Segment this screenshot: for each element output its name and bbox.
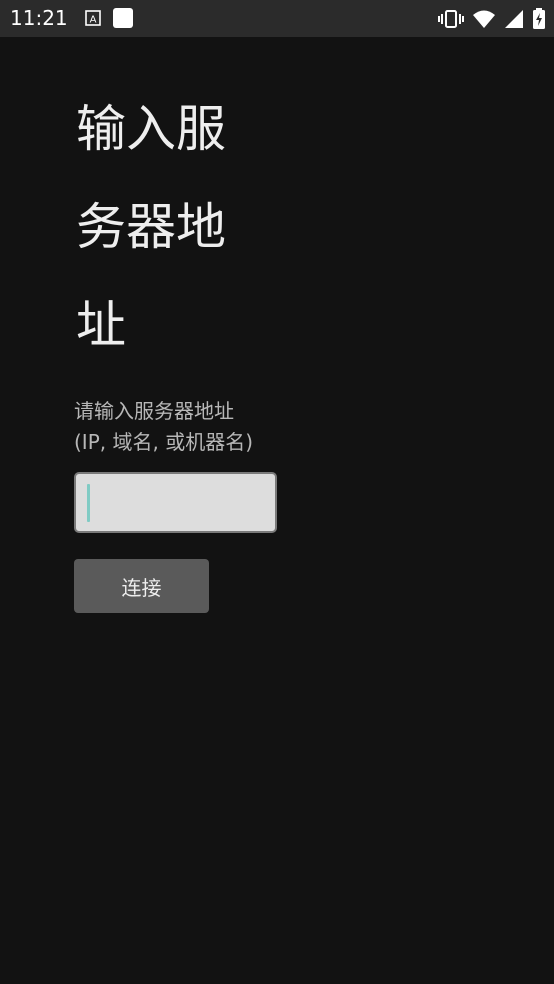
app-screen: 11:21 A 输入服 务器地 址 请输入服务器地址 (IP, 域名, 或机器名…	[0, 0, 554, 984]
status-left-icons: A	[84, 7, 134, 33]
title-line: 务器地	[76, 198, 226, 256]
main-content: 输入服 务器地 址 请输入服务器地址 (IP, 域名, 或机器名) 连接	[74, 37, 294, 613]
wifi-icon	[472, 9, 496, 33]
signal-icon	[504, 9, 524, 33]
title-line: 输入服	[76, 100, 226, 158]
text-a-icon: A	[84, 9, 102, 31]
battery-icon	[532, 8, 546, 34]
title-line: 址	[76, 296, 126, 354]
page-title: 输入服 务器地 址	[76, 80, 286, 374]
status-right-icons	[438, 8, 546, 34]
server-address-field[interactable]	[74, 472, 277, 533]
hint-line: (IP, 域名, 或机器名)	[74, 430, 253, 454]
hint-line: 请输入服务器地址	[74, 399, 234, 423]
status-bar: 11:21 A	[0, 0, 554, 37]
server-address-input[interactable]	[86, 482, 270, 524]
vibrate-icon	[438, 9, 464, 33]
text-cursor	[87, 484, 90, 522]
server-address-hint: 请输入服务器地址 (IP, 域名, 或机器名)	[74, 396, 294, 458]
svg-text:A: A	[90, 15, 97, 26]
status-time: 11:21	[10, 6, 68, 30]
white-square-icon	[112, 7, 134, 33]
connect-button[interactable]: 连接	[74, 559, 209, 613]
